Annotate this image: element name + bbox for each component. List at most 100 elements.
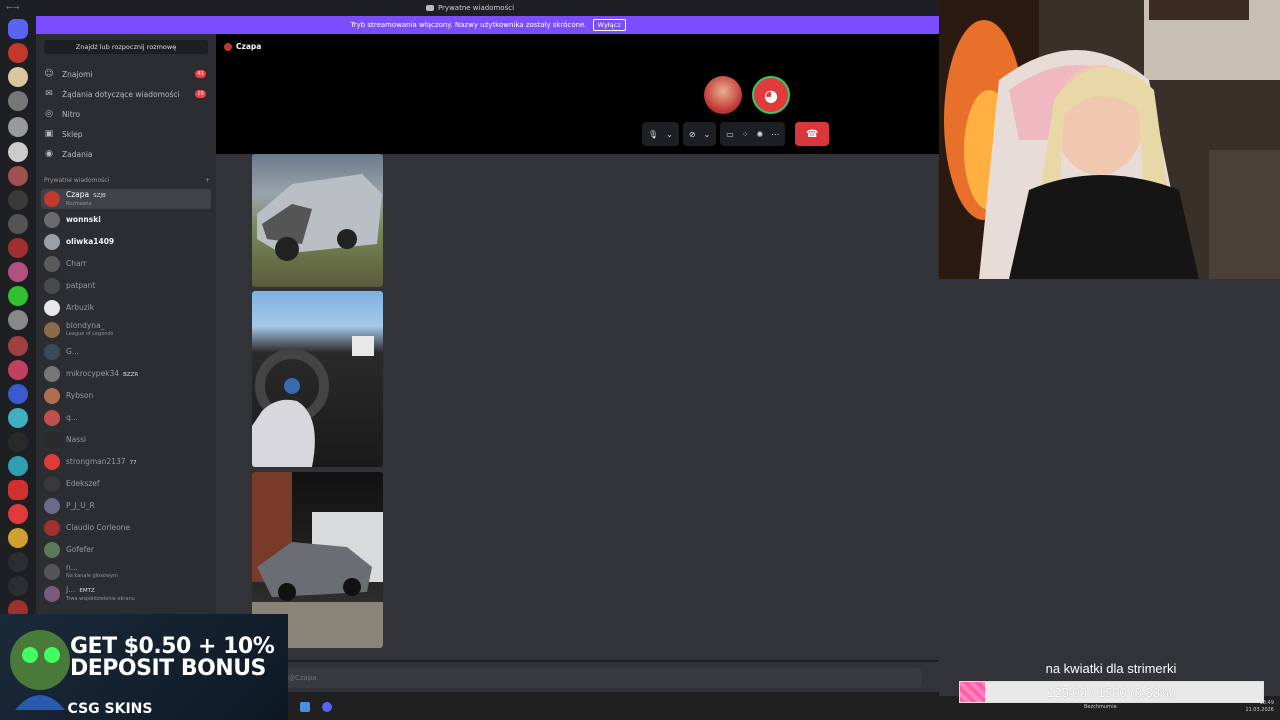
home-button[interactable] <box>8 19 28 39</box>
image-attachment[interactable] <box>252 154 383 287</box>
server-icon[interactable] <box>8 384 28 404</box>
mail-icon: ✉ <box>45 89 53 99</box>
participant-avatar[interactable] <box>704 76 742 114</box>
avatar <box>44 278 60 294</box>
discord-icon[interactable] <box>322 702 332 712</box>
image-attachment[interactable] <box>252 291 383 467</box>
dm-name-block: strongman2137 77 <box>66 457 137 467</box>
avatar <box>44 322 60 338</box>
dm-name-line: strongman2137 77 <box>66 457 137 467</box>
dm-item[interactable]: Nassi <box>41 430 211 450</box>
dm-section-header: Prywatne wiadomości + <box>44 177 210 184</box>
goal-progress-label: 125.00 / 1500 (8.33%) <box>1047 685 1176 700</box>
dm-name-line: Nassi <box>66 436 86 444</box>
server-icon[interactable] <box>8 310 28 330</box>
dm-username: oliwka1409 <box>66 237 115 246</box>
microphone-icon[interactable]: 🎙 <box>648 130 658 139</box>
dm-name-line: patpant <box>66 282 95 290</box>
avatar <box>44 542 60 558</box>
participant-avatar[interactable]: ◕ <box>752 76 790 114</box>
nav-friends[interactable]: ☺ Znajomi 41 <box>44 66 210 82</box>
dm-item[interactable]: Czapa SZJB Rozmawia <box>41 189 211 209</box>
dm-item[interactable]: patpant <box>41 276 211 296</box>
dm-item[interactable]: Gofefer <box>41 540 211 560</box>
message-composer: @Czapa <box>216 662 940 692</box>
dm-item[interactable]: G... <box>41 342 211 362</box>
server-icon[interactable] <box>8 360 28 380</box>
dm-item[interactable]: J... EMTZ Trwa współdzielenie ekranu <box>41 584 211 604</box>
activities-icon[interactable]: ⁘ <box>742 130 749 139</box>
server-icon[interactable] <box>8 336 28 356</box>
server-icon[interactable] <box>8 408 28 428</box>
ad-brand: CSG SKINS <box>67 701 153 717</box>
dm-item[interactable]: q... <box>41 408 211 428</box>
search-input[interactable]: Znajdź lub rozpocznij rozmowę <box>44 40 208 54</box>
server-icon[interactable] <box>8 528 28 548</box>
dm-status: Rozmawia <box>66 200 92 207</box>
dm-item[interactable]: Rybson <box>41 386 211 406</box>
more-icon[interactable]: ⋯ <box>771 130 779 139</box>
dm-name-block: blondyna_ League of Legends <box>66 322 113 338</box>
server-icon[interactable] <box>8 286 28 306</box>
dm-item[interactable]: Arbuzik <box>41 298 211 318</box>
dm-name-line: oliwka1409 <box>66 238 114 246</box>
server-icon[interactable] <box>8 117 28 137</box>
server-icon[interactable] <box>8 238 28 258</box>
server-icon[interactable] <box>8 552 28 572</box>
nav-nitro[interactable]: ◎ Nitro <box>44 106 210 122</box>
server-tag: BZZR <box>123 371 139 378</box>
chevron-down-icon[interactable]: ⌄ <box>704 130 711 139</box>
camera-off-icon[interactable]: ⊘ <box>689 130 696 139</box>
disable-streamer-mode-button[interactable]: Wyłącz <box>592 19 626 31</box>
nitro-icon: ◎ <box>45 109 53 119</box>
server-icon[interactable] <box>8 504 28 524</box>
avatar <box>44 586 60 602</box>
call-header: Czapa <box>224 42 261 51</box>
nav-arrows-icon[interactable]: ←→ <box>6 3 19 12</box>
server-icon[interactable] <box>8 262 28 282</box>
server-icon[interactable] <box>8 91 28 111</box>
dm-item[interactable]: P_J_U_R <box>41 496 211 516</box>
nav-message-requests[interactable]: ✉ Żądania dotyczące wiadomości 16 <box>44 86 210 102</box>
dm-item[interactable]: Claudio Corleone <box>41 518 211 538</box>
dm-username: q... <box>66 413 78 422</box>
dm-item[interactable]: blondyna_ League of Legends <box>41 320 211 340</box>
ad-headline: GET $0.50 + 10% DEPOSIT BONUS <box>70 634 275 681</box>
message-input[interactable]: @Czapa <box>282 668 922 688</box>
dm-name-block: Edekszef <box>66 480 100 488</box>
hang-up-button[interactable]: ☎ <box>795 122 830 146</box>
dm-item[interactable]: oliwka1409 <box>41 232 211 252</box>
dm-item[interactable]: mikrocypek34 BZZR <box>41 364 211 384</box>
nav-quests[interactable]: ◉ Zadania <box>44 146 210 162</box>
dm-username: Charr <box>66 259 87 268</box>
server-icon[interactable] <box>8 67 28 87</box>
nav-shop[interactable]: ▣ Sklep <box>44 126 210 142</box>
server-icon[interactable] <box>8 480 28 500</box>
server-icon[interactable] <box>8 456 28 476</box>
server-icon[interactable] <box>8 43 28 63</box>
dm-item[interactable]: strongman2137 77 <box>41 452 211 472</box>
sponsor-ad: GET $0.50 + 10% DEPOSIT BONUS CSG SKINS <box>0 614 288 720</box>
voice-call-panel: Czapa ◕ 🎙 ⌄ ⊘ ⌄ ▭ ⁘ ✺ ⋯ ☎ <box>216 34 940 154</box>
server-icon[interactable] <box>8 142 28 162</box>
server-icon[interactable] <box>8 214 28 234</box>
server-tag: SZJB <box>93 192 106 199</box>
create-dm-button[interactable]: + <box>205 177 210 184</box>
server-icon[interactable] <box>8 576 28 596</box>
chevron-down-icon[interactable]: ⌄ <box>666 130 673 139</box>
dm-name-block: Rybson <box>66 392 93 400</box>
dm-username: Edekszef <box>66 479 100 488</box>
nav-label: Znajomi <box>62 69 93 79</box>
dm-item[interactable]: n... Na kanale głosowym <box>41 562 211 582</box>
dm-item[interactable]: wonnski <box>41 210 211 230</box>
soundboard-icon[interactable]: ✺ <box>757 130 764 139</box>
dm-item[interactable]: Charr <box>41 254 211 274</box>
server-icon[interactable] <box>8 166 28 186</box>
app-icon[interactable] <box>300 702 310 712</box>
server-icon[interactable] <box>8 432 28 452</box>
dm-username: J... <box>66 584 76 594</box>
dm-status: League of Legends <box>66 331 114 337</box>
dm-item[interactable]: Edekszef <box>41 474 211 494</box>
server-icon[interactable] <box>8 190 28 210</box>
screen-share-icon[interactable]: ▭ <box>726 130 734 139</box>
